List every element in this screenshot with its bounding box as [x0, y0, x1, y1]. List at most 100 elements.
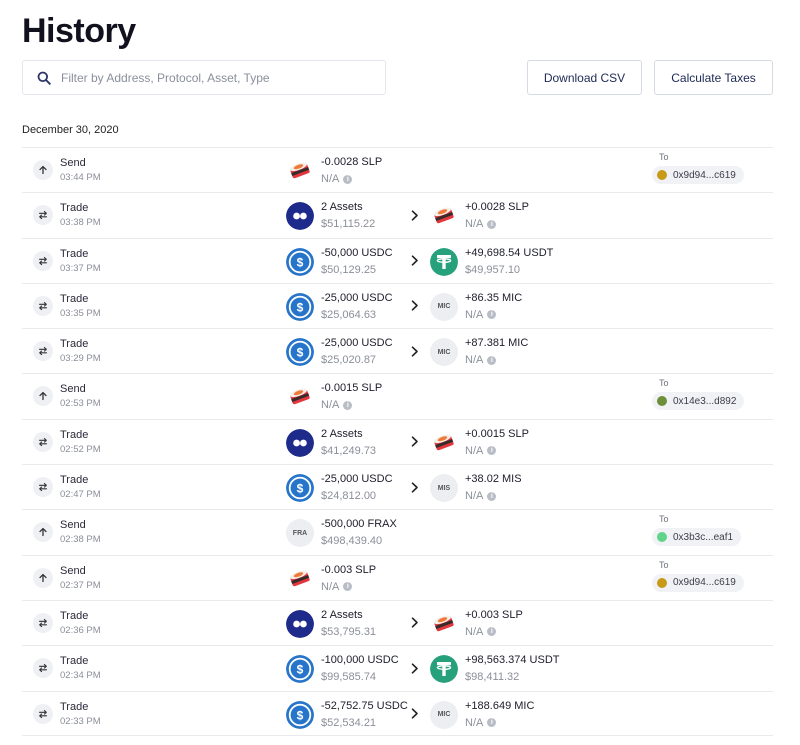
chevron-right-icon	[409, 255, 421, 267]
asset-amount: -500,000 FRAX	[321, 518, 397, 531]
svg-text:$: $	[297, 663, 304, 677]
transaction-row[interactable]: Send 02:37 PM -0.003 SLP N/A i To 0x9d94...c61…	[22, 554, 773, 600]
transaction-row[interactable]: Trade 03:35 PM $ -25,000 USDC $25,064.63 MIC +…	[22, 282, 773, 328]
transaction-row[interactable]: Send 02:38 PM FRA -500,000 FRAX $498,439.40 T…	[22, 509, 773, 554]
swap-icon	[33, 658, 53, 679]
asset-amount: -25,000 USDC	[321, 291, 393, 304]
info-icon[interactable]: i	[487, 627, 497, 637]
info-icon[interactable]: i	[343, 400, 353, 410]
transaction-type: Trade	[60, 474, 89, 487]
asset-amount: +188.649 MIC	[465, 699, 535, 712]
chevron-right-icon	[409, 481, 421, 493]
address-text: 0x9d94...c619	[673, 577, 736, 589]
asset-value-row: N/A i	[465, 490, 497, 502]
recipient-address[interactable]: 0x3b3c...eaf1	[652, 528, 742, 547]
asset-value: N/A	[321, 173, 340, 185]
transaction-row[interactable]: Send 02:53 PM -0.0015 SLP N/A i To 0x14e3...d8…	[22, 373, 773, 418]
transaction-time: 02:37 PM	[60, 579, 101, 591]
swap-icon	[33, 250, 53, 271]
token-fra-icon: FRA	[286, 519, 314, 548]
address-text: 0x9d94...c619	[673, 169, 736, 181]
transaction-row[interactable]: Trade 03:29 PM $ -25,000 USDC $25,020.87 MIC +…	[22, 328, 773, 373]
asset-value: $50,129.25	[321, 263, 377, 276]
transaction-row[interactable]: Trade 02:47 PM $ -25,000 USDC $24,812.00 MIS +…	[22, 464, 773, 509]
transaction-time: 03:29 PM	[60, 353, 101, 365]
transaction-time: 03:37 PM	[60, 262, 101, 274]
asset-value: N/A	[465, 716, 484, 729]
asset-value-row: $98,411.32	[465, 671, 519, 683]
usdt-icon	[430, 247, 458, 276]
info-icon[interactable]: i	[487, 219, 497, 229]
asset-value: N/A	[465, 444, 484, 457]
page-title: History	[22, 12, 136, 50]
swap-icon	[33, 295, 53, 316]
transaction-row[interactable]: Trade 02:33 PM $ -52,752.75 USDC $52,534.21 M…	[22, 690, 773, 736]
asset-amount: -50,000 USDC	[321, 246, 393, 259]
info-icon[interactable]: i	[487, 310, 497, 320]
asset-amount: +38.02 MIS	[465, 473, 522, 486]
address-avatar	[657, 170, 667, 180]
swap-icon	[33, 431, 53, 452]
svg-text:$: $	[297, 300, 304, 314]
token-mic-icon: MIC	[430, 292, 458, 321]
svg-text:$: $	[297, 346, 304, 360]
asset-amount: +0.0028 SLP	[465, 201, 529, 214]
asset-amount: -52,752.75 USDC	[321, 699, 408, 712]
search-input[interactable]	[61, 70, 361, 85]
asset-amount: +87.381 MIC	[465, 337, 529, 350]
info-icon[interactable]: i	[487, 355, 497, 365]
arrow-up-icon	[33, 386, 53, 407]
asset-value-row: N/A i	[465, 444, 497, 457]
asset-value-row: N/A i	[465, 716, 497, 729]
date-heading: December 30, 2020	[22, 124, 119, 136]
transaction-time: 02:36 PM	[60, 624, 101, 636]
search-bar[interactable]	[22, 60, 386, 95]
download-csv-button[interactable]: Download CSV	[527, 60, 642, 95]
transaction-row[interactable]: Trade 03:37 PM $ -50,000 USDC $50,129.25 +49,…	[22, 237, 773, 283]
chevron-right-icon	[409, 300, 421, 312]
sushi-token-icon	[430, 202, 458, 230]
transaction-type: Trade	[60, 292, 89, 305]
sushi-token-icon	[286, 383, 314, 411]
transaction-type: Trade	[60, 655, 89, 668]
swap-icon	[33, 703, 53, 724]
asset-value-row: N/A i	[321, 399, 353, 411]
recipient-address[interactable]: 0x14e3...d892	[652, 392, 745, 411]
transaction-row[interactable]: Trade 02:34 PM $ -100,000 USDC $99,585.74 +98…	[22, 645, 773, 690]
swap-icon	[33, 205, 53, 226]
asset-amount: 2 Assets	[321, 201, 363, 214]
asset-value-row: N/A i	[465, 309, 497, 321]
arrow-up-icon	[33, 160, 53, 180]
info-icon[interactable]: i	[487, 446, 497, 456]
address-avatar	[657, 532, 667, 543]
chevron-right-icon	[409, 209, 421, 221]
usdc-icon: $	[286, 247, 314, 276]
info-icon[interactable]: i	[343, 582, 353, 592]
transaction-type: Trade	[60, 609, 89, 622]
asset-value-row: $99,585.74	[321, 671, 376, 683]
info-icon[interactable]: i	[487, 491, 497, 501]
chevron-right-icon	[409, 617, 421, 629]
calculate-taxes-button[interactable]: Calculate Taxes	[654, 60, 773, 95]
asset-value-row: $25,064.63	[321, 309, 376, 321]
transaction-row[interactable]: Trade 03:38 PM 2 Assets $51,115.22 +0.0028 S…	[22, 192, 773, 237]
address-avatar	[657, 577, 667, 588]
transaction-row[interactable]: Trade 02:52 PM 2 Assets $41,249.73 +0.0015 S…	[22, 418, 773, 464]
asset-value-row: $49,957.10	[465, 264, 520, 276]
recipient-address[interactable]: 0x9d94...c619	[652, 573, 744, 592]
token-mis-icon: MIS	[430, 474, 458, 503]
recipient-address[interactable]: 0x9d94...c619	[652, 166, 744, 184]
asset-amount: 2 Assets	[321, 608, 363, 621]
transaction-row[interactable]: Send 03:44 PM -0.0028 SLP N/A i To 0x9d94...c6…	[22, 147, 773, 192]
info-icon[interactable]: i	[487, 718, 497, 728]
token-mic-icon: MIC	[430, 700, 458, 729]
transaction-time: 03:35 PM	[60, 307, 101, 319]
address-text: 0x3b3c...eaf1	[673, 531, 734, 543]
svg-text:$: $	[297, 708, 304, 722]
asset-value-row: $51,115.22	[321, 218, 375, 230]
sushi-token-icon	[286, 157, 314, 185]
transaction-row[interactable]: Trade 02:36 PM 2 Assets $53,795.31 +0.003 SL…	[22, 599, 773, 645]
chevron-right-icon	[409, 662, 421, 674]
to-label: To	[659, 378, 669, 389]
info-icon[interactable]: i	[343, 174, 353, 184]
